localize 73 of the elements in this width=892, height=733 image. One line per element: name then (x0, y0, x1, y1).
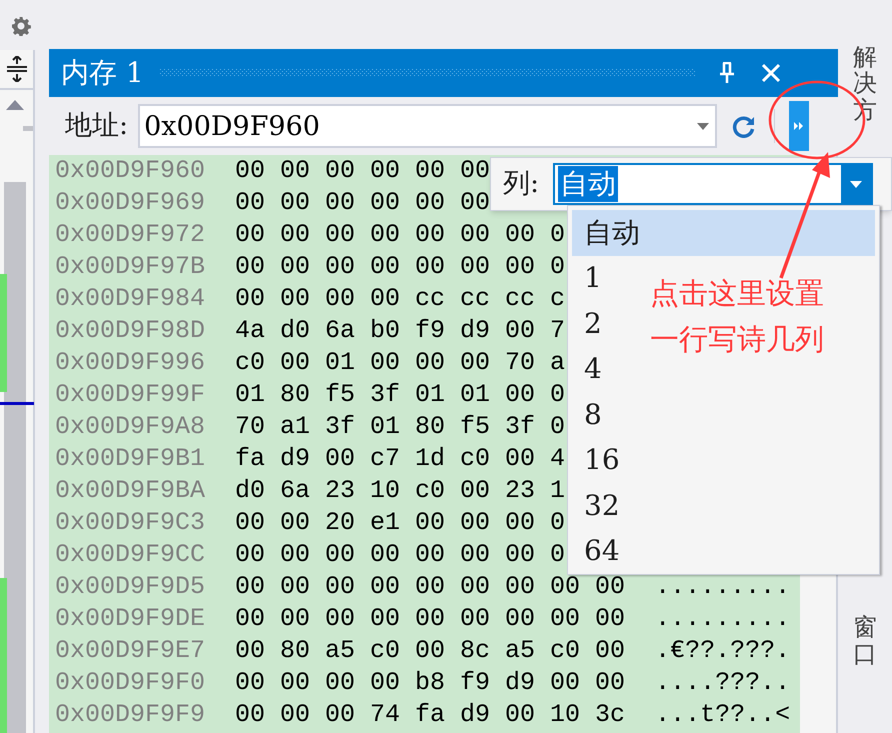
hex-bytes: 00 80 a5 c0 00 8c a5 c0 00 (235, 635, 626, 667)
dropdown-option[interactable]: 8 (584, 394, 602, 436)
split-icon[interactable] (6, 56, 28, 82)
address-cell-text: 0x00D9F9BA (55, 475, 206, 507)
dropdown-option[interactable]: 16 (584, 439, 620, 482)
ascii-text: ......... (655, 603, 790, 635)
hex-bytes: 00 00 00 00 00 00 00 00 00 (235, 571, 626, 603)
position-marker (0, 402, 34, 405)
annotation-text: 点击这里设置 (650, 275, 824, 312)
columns-combo[interactable]: 自动 (553, 163, 874, 205)
address-cell-text: 0x00D9F9B1 (55, 443, 206, 475)
ascii-text: ......... (655, 571, 790, 603)
ascii-text: .€??.???. (655, 635, 790, 667)
hex-bytes: 00 00 00 00 00 00 00 0 (235, 539, 566, 571)
hex-bytes: 00 00 00 00 cc cc cc c (235, 283, 566, 315)
address-cell-text: 0x00D9F9F9 (55, 699, 206, 731)
address-cell-text: 0x00D9F99F (55, 379, 206, 411)
hex-bytes: 00 00 00 00 00 00 00 0 (235, 251, 566, 283)
side-tab[interactable]: 窗口 (853, 614, 877, 667)
window-title: 内存 1 (61, 55, 144, 91)
hex-bytes: 00 00 00 00 00 00 00 00 00 (235, 603, 626, 635)
dropdown-option[interactable]: 1 (584, 257, 602, 300)
hex-bytes: 00 00 00 00 00 00 (235, 155, 490, 187)
hex-bytes: fa d9 00 c7 1d c0 00 4 (235, 443, 566, 475)
hex-bytes: 01 80 f5 3f 01 01 00 0 (235, 379, 566, 411)
hex-bytes: 00 00 00 00 00 00 00 0 (235, 219, 566, 251)
address-cell-text: 0x00D9F9A8 (55, 411, 206, 443)
address-cell-text: 0x00D9F9D5 (55, 571, 206, 603)
settings-icon[interactable] (11, 16, 31, 36)
address-cell-text: 0x00D9F97B (55, 251, 206, 283)
dropdown-option[interactable]: 32 (584, 484, 620, 527)
double-chevron-icon (794, 122, 804, 130)
columns-label: 列: (503, 166, 540, 201)
address-cell-text: 0x00D9F960 (55, 155, 206, 187)
annotation-text: 一行写诗几列 (650, 321, 824, 358)
address-cell-text: 0x00D9F996 (55, 347, 206, 379)
scrollbar-thumb[interactable] (4, 182, 26, 733)
dropdown-caret-icon (850, 180, 862, 188)
ascii-text: ....???.. (655, 667, 790, 699)
address-cell-text: 0x00D9F9DE (55, 603, 206, 635)
address-cell-text: 0x00D9F98D (55, 315, 206, 347)
address-cell-text: 0x00D9F984 (55, 283, 206, 315)
address-field[interactable]: 0x00D9F960 (138, 104, 718, 148)
dropdown-option[interactable]: 64 (584, 530, 620, 572)
close-icon[interactable] (760, 63, 781, 83)
dropdown-option[interactable]: 2 (584, 302, 602, 345)
scroll-up-icon[interactable] (6, 100, 24, 110)
hex-bytes: 00 00 00 00 00 00 (235, 187, 490, 219)
ascii-text: ...t??..< (655, 699, 790, 731)
hex-bytes: 70 a1 3f 01 80 f5 3f 0 (235, 411, 566, 443)
hex-bytes: 4a d0 6a b0 f9 d9 00 7 (235, 315, 566, 347)
dropdown-button[interactable] (841, 165, 872, 203)
dropdown-option[interactable]: 自动 (584, 212, 640, 254)
hex-bytes: 00 00 20 e1 00 00 00 0 (235, 507, 566, 539)
grip-pattern[interactable] (160, 69, 695, 77)
refresh-icon[interactable] (732, 114, 756, 138)
hex-bytes: d0 6a 23 10 c0 00 23 1 (235, 475, 566, 507)
hex-bytes: 00 00 00 74 fa d9 00 10 3c (235, 699, 626, 731)
selected-text[interactable]: 自动 (558, 166, 618, 202)
address-label: 地址: (65, 108, 128, 143)
address-cell-text: 0x00D9F9C3 (55, 507, 206, 539)
address-cell-text: 0x00D9F969 (55, 187, 206, 219)
address-cell-text: 0x00D9F972 (55, 219, 206, 251)
dropdown-caret-icon[interactable] (697, 123, 710, 130)
address-cell-text: 0x00D9F9E7 (55, 635, 206, 667)
more-options-button[interactable] (789, 101, 810, 151)
hex-bytes: 00 00 00 00 b8 f9 d9 00 00 (235, 667, 626, 699)
hex-bytes: c0 00 01 00 00 00 70 a (235, 347, 566, 379)
pin-icon[interactable] (718, 62, 735, 84)
dropdown-option[interactable]: 4 (584, 348, 602, 390)
address-cell-text: 0x00D9F9F0 (55, 667, 206, 699)
scroll-marker (23, 126, 33, 131)
address-cell-text: 0x00D9F9CC (55, 539, 206, 571)
